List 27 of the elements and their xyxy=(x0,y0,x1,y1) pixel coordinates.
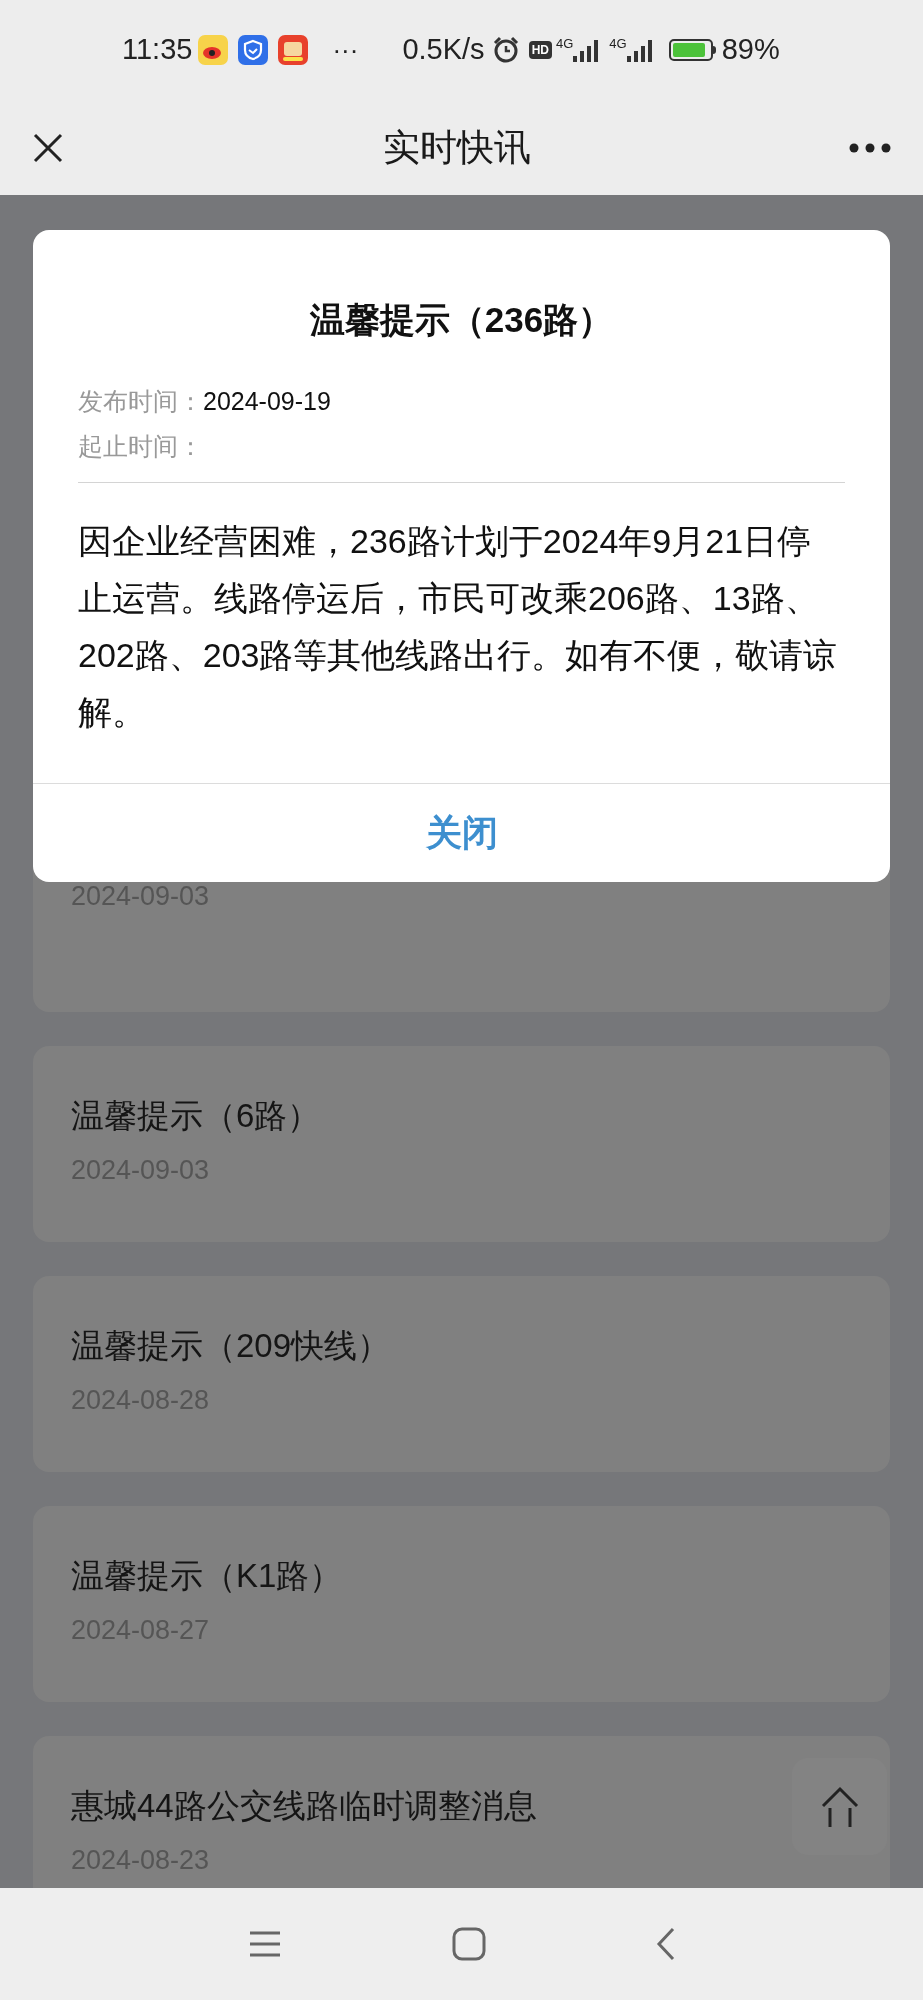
more-icon[interactable] xyxy=(849,142,891,153)
home-icon[interactable] xyxy=(451,1927,486,1961)
back-icon[interactable] xyxy=(655,1927,676,1961)
up-arrow-icon xyxy=(819,1785,860,1828)
app-notification-icon xyxy=(278,35,309,65)
notice-title: 惠城44路公交线路临时调整消息 xyxy=(71,1786,537,1826)
hd-badge: HD xyxy=(528,41,552,59)
clock-time: 11:35 xyxy=(122,32,193,68)
menu-icon[interactable] xyxy=(247,1930,282,1958)
page-title: 实时快讯 xyxy=(382,125,531,170)
network-type-label: 4G xyxy=(555,35,574,53)
more-notifications-text: ··· xyxy=(332,33,359,67)
battery-percent: 89% xyxy=(721,32,780,68)
notice-title: 温馨提示（K1路） xyxy=(71,1556,343,1596)
notice-title: 温馨提示（6路） xyxy=(71,1096,321,1136)
shield-icon xyxy=(238,35,269,65)
notice-title: 温馨提示（209快线） xyxy=(71,1326,391,1366)
dialog-title: 温馨提示（236路） xyxy=(308,299,615,341)
battery-icon xyxy=(668,39,716,61)
close-icon[interactable] xyxy=(32,131,64,164)
field-label: 发布时间： xyxy=(78,385,203,417)
network-speed: 0.5K/s xyxy=(402,32,485,68)
field-label: 起止时间： xyxy=(78,431,203,462)
app-notification-icon xyxy=(198,35,229,65)
publish-date: 2024-09-19 xyxy=(203,385,331,417)
network-type-label: 4G xyxy=(609,35,627,53)
notice-text: 因企业经营困难，236路计划于2024年9月21日停止运营。线路停运后，市民可改乘206路、13路、202路、203路等其他线路出行。如有不便，敬请谅解。 xyxy=(77,521,839,733)
